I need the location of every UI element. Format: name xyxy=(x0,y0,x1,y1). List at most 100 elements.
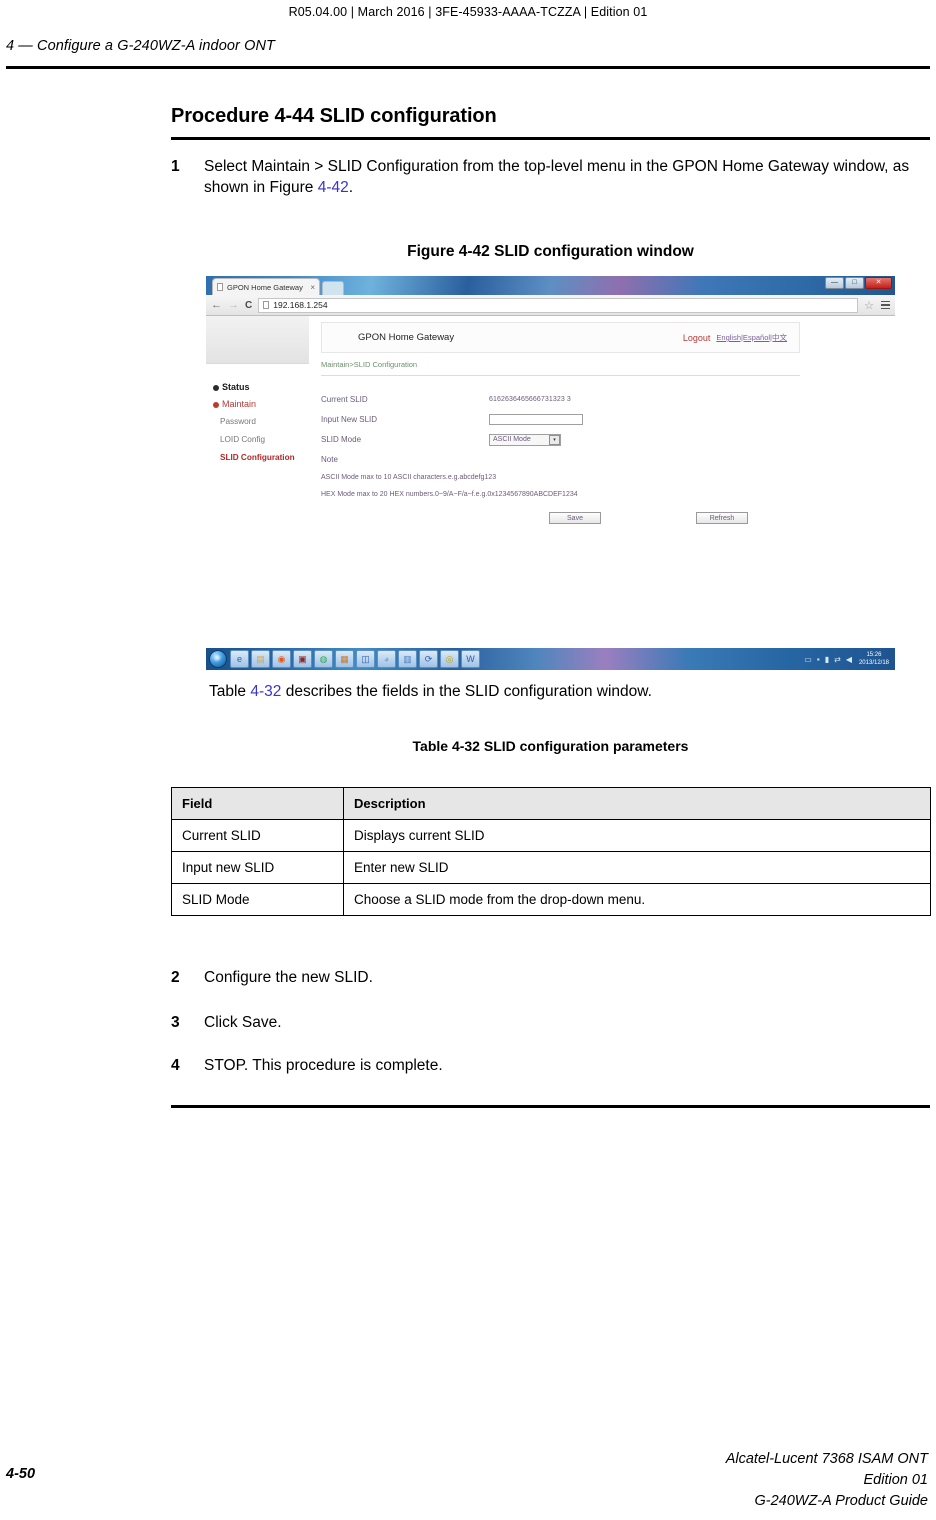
save-button[interactable]: Save xyxy=(549,512,601,524)
field-row-current-slid: Current SLID 6162636465666731323 3 xyxy=(321,390,895,409)
url-text: 192.168.1.254 xyxy=(273,300,328,310)
logout-link[interactable]: Logout xyxy=(683,333,711,343)
figure-caption: Figure 4-42 SLID configuration window xyxy=(407,243,694,260)
minimize-button[interactable]: — xyxy=(825,277,844,289)
taskbar-icon-sync[interactable]: ⟳ xyxy=(419,650,438,668)
taskbar-icon-disc[interactable]: ◕ xyxy=(377,650,396,668)
figure-cross-reference[interactable]: 4-42 xyxy=(318,179,349,196)
collapse-minus-icon xyxy=(213,401,219,408)
back-icon[interactable]: ← xyxy=(211,299,222,311)
note-line-ascii: ASCII Mode max to 10 ASCII characters.e.… xyxy=(321,474,497,481)
url-input[interactable]: 192.168.1.254 xyxy=(258,297,859,313)
tray-icon-volume[interactable]: ◀ xyxy=(846,655,852,664)
sidebar-item-status[interactable]: Status xyxy=(210,379,309,396)
step-number: 1 xyxy=(171,158,180,175)
note-line-hex: HEX Mode max to 20 HEX numbers.0~9/A~F/a… xyxy=(321,491,578,498)
sidebar-menu: Status Maintain Password LOID Config SLI… xyxy=(206,364,309,467)
taskbar-icon-notepad[interactable]: ▤ xyxy=(251,650,270,668)
close-window-button[interactable]: ✕ xyxy=(865,277,892,289)
new-tab-button[interactable] xyxy=(322,281,344,295)
close-tab-icon[interactable]: × xyxy=(310,283,315,292)
table-row: Current SLID Displays current SLID xyxy=(171,819,931,852)
taskbar-clock[interactable]: 15:26 2013/12/18 xyxy=(859,651,889,667)
table-header-row: Field Description xyxy=(171,787,931,820)
sidebar-logo-area xyxy=(206,316,309,364)
step-text: Select Maintain > SLID Configuration fro… xyxy=(204,157,916,198)
step-text: Configure the new SLID. xyxy=(204,969,373,986)
slid-mode-select[interactable]: ASCII Mode ▾ xyxy=(489,433,561,446)
browser-address-bar: ← → C 192.168.1.254 ☆ xyxy=(206,295,895,316)
form-buttons: Save Refresh xyxy=(321,512,895,526)
slid-mode-selected-value: ASCII Mode xyxy=(493,436,531,443)
sidebar-item-label: Status xyxy=(222,382,250,392)
app-content: GPON Home Gateway Logout English|Español… xyxy=(309,316,895,648)
step-text-after: . xyxy=(348,178,354,196)
step-text: Click Save. xyxy=(204,1014,282,1031)
reload-icon[interactable]: C xyxy=(245,300,252,311)
refresh-button[interactable]: Refresh xyxy=(696,512,748,524)
table-cross-reference[interactable]: 4-32 xyxy=(250,683,281,700)
sidebar-item-password[interactable]: Password xyxy=(210,413,309,431)
taskbar-icon-chrome[interactable]: ◍ xyxy=(314,650,333,668)
slid-configuration-form: Current SLID 6162636465666731323 3 Input… xyxy=(321,390,895,526)
document-revision-line: R05.04.00 | March 2016 | 3FE-45933-AAAA-… xyxy=(288,5,648,19)
system-tray: ▭ ▪ ▮ ⇄ ◀ 15:26 2013/12/18 xyxy=(804,651,892,667)
address-bar-actions: ☆ xyxy=(864,299,890,312)
tray-icon-network[interactable]: ⇄ xyxy=(834,655,841,664)
taskbar-icon-outlook[interactable]: ◫ xyxy=(356,650,375,668)
taskbar-icon-media[interactable]: ▣ xyxy=(293,650,312,668)
sidebar-item-maintain[interactable]: Maintain xyxy=(210,396,309,413)
table-intro-prefix: Table xyxy=(209,683,251,700)
language-switcher[interactable]: English|Español|中文 xyxy=(716,332,787,343)
page-number: 4-50 xyxy=(6,1466,36,1482)
tray-icon-overflow[interactable]: ▪ xyxy=(817,655,820,664)
browser-title-bar: GPON Home Gateway × — □ ✕ xyxy=(206,276,895,295)
breadcrumb-rule xyxy=(321,375,800,376)
tray-icon-show-desktop[interactable]: ▭ xyxy=(804,655,812,664)
column-header-field: Field xyxy=(171,787,344,820)
taskbar-icon-printer[interactable]: ▥ xyxy=(398,650,417,668)
browser-tab-title: GPON Home Gateway xyxy=(227,282,303,292)
input-new-slid-label: Input New SLID xyxy=(321,415,378,424)
taskbar-icon-shield[interactable]: ◎ xyxy=(440,650,459,668)
procedure-rule xyxy=(171,137,930,140)
app-header: GPON Home Gateway Logout English|Español… xyxy=(321,322,800,353)
cell-description: Displays current SLID xyxy=(343,819,931,852)
current-slid-label: Current SLID xyxy=(321,395,368,404)
app-header-actions: Logout English|Español|中文 xyxy=(683,332,787,343)
page-icon xyxy=(217,283,223,291)
clock-date: 2013/12/18 xyxy=(858,660,889,666)
sidebar-item-slid-configuration[interactable]: SLID Configuration xyxy=(210,449,309,467)
app-title: GPON Home Gateway xyxy=(358,332,455,343)
current-slid-value: 6162636465666731323 3 xyxy=(489,396,571,403)
table-row: Input new SLID Enter new SLID xyxy=(171,851,931,884)
forward-icon[interactable]: → xyxy=(228,299,239,311)
sidebar-item-loid-config[interactable]: LOID Config xyxy=(210,431,309,449)
footer-product-info: Alcatel-Lucent 7368 ISAM ONT Edition 01 … xyxy=(726,1449,928,1512)
maximize-button[interactable]: □ xyxy=(845,277,864,289)
step-number: 4 xyxy=(171,1057,180,1074)
footer-line-2: Edition 01 xyxy=(863,1471,929,1488)
taskbar-icon-firefox[interactable]: ◉ xyxy=(272,650,291,668)
expand-plus-icon xyxy=(213,384,219,391)
window-controls: — □ ✕ xyxy=(825,277,892,289)
bookmark-star-icon[interactable]: ☆ xyxy=(864,299,874,312)
menu-hamburger-icon[interactable] xyxy=(881,299,890,311)
taskbar-icon-book[interactable]: ▦ xyxy=(335,650,354,668)
procedure-end-rule xyxy=(171,1105,930,1108)
table-intro-suffix: describes the fields in the SLID configu… xyxy=(281,683,652,700)
taskbar-icon-ie[interactable]: e xyxy=(230,650,249,668)
procedure-step-2: 2 Configure the new SLID. xyxy=(171,968,916,989)
procedure-title: Procedure 4-44 SLID configuration xyxy=(171,105,497,127)
taskbar-icon-word[interactable]: W xyxy=(461,650,480,668)
start-orb-icon[interactable] xyxy=(209,650,227,668)
field-row-slid-mode: SLID Mode ASCII Mode ▾ xyxy=(321,430,895,449)
page-icon xyxy=(263,301,270,309)
input-new-slid-field[interactable] xyxy=(489,414,583,425)
tray-icon-battery[interactable]: ▮ xyxy=(825,655,829,664)
step-text: STOP. This procedure is complete. xyxy=(204,1057,443,1074)
note-title: Note xyxy=(321,455,338,464)
procedure-step-3: 3 Click Save. xyxy=(171,1013,916,1034)
browser-tab[interactable]: GPON Home Gateway × xyxy=(212,278,320,295)
cell-field: Current SLID xyxy=(171,819,344,852)
